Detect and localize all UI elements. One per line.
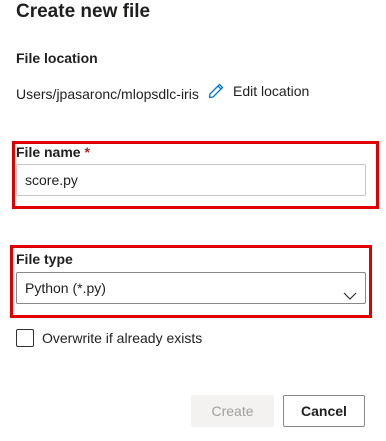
chevron-down-icon xyxy=(343,282,357,312)
file-name-label-text: File name xyxy=(16,144,81,160)
overwrite-label: Overwrite if already exists xyxy=(42,330,203,346)
file-name-input[interactable] xyxy=(16,164,366,196)
file-type-label: File type xyxy=(16,251,73,267)
required-marker: * xyxy=(84,144,90,160)
edit-location-label: Edit location xyxy=(233,83,310,99)
overwrite-checkbox[interactable] xyxy=(16,329,34,347)
file-location-path: Users/jpasaronc/mlopsdlc-iris xyxy=(16,86,199,102)
edit-location-link[interactable]: Edit location xyxy=(207,82,309,100)
overwrite-option[interactable]: Overwrite if already exists xyxy=(16,329,202,347)
file-type-selected: Python (*.py) xyxy=(25,280,106,296)
pencil-icon xyxy=(207,82,225,100)
cancel-button[interactable]: Cancel xyxy=(283,395,365,427)
file-type-dropdown[interactable]: Python (*.py) xyxy=(16,272,366,304)
file-location-label: File location xyxy=(16,50,98,66)
dialog-title: Create new file xyxy=(16,1,151,22)
file-name-label: File name * xyxy=(16,143,90,161)
create-button[interactable]: Create xyxy=(191,395,274,427)
